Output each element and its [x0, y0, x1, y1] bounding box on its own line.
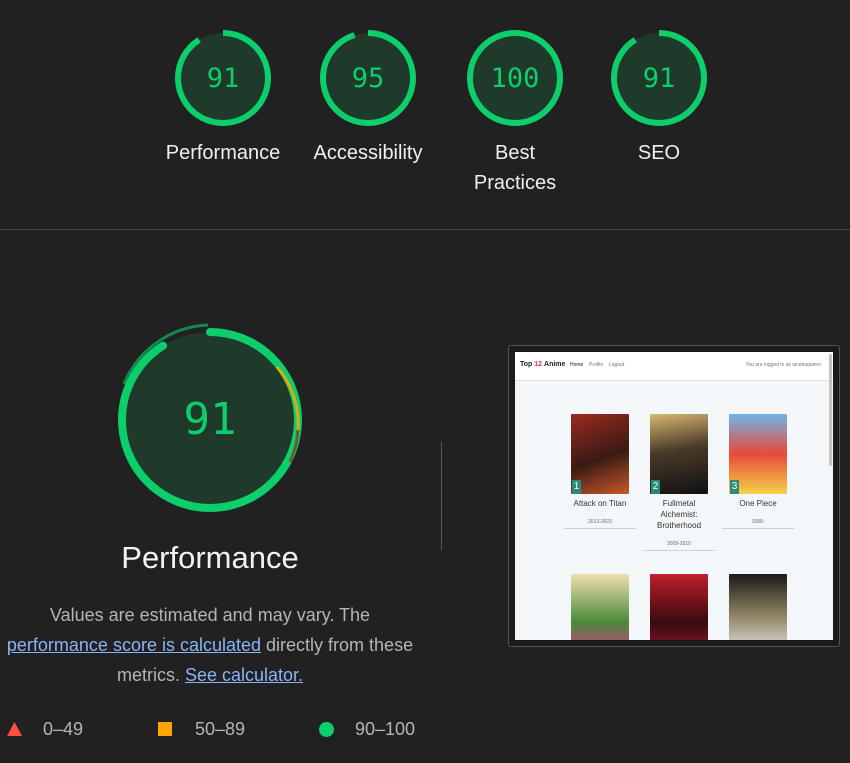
score-ring: 95	[320, 30, 416, 126]
score-label: Best Practices	[455, 138, 575, 198]
screenshot-navbar: Top 12 Anime Home Profile Logout You are…	[515, 352, 833, 381]
screenshot-anime-card: 3 One Piece 1999-	[722, 414, 794, 529]
anime-poster-image	[650, 574, 708, 640]
screenshot-nav-logout: Logout	[609, 362, 625, 368]
score-calculated-link[interactable]: performance score is calculated	[7, 635, 261, 655]
score-value: 91	[643, 63, 676, 94]
anime-years: 2009-2010	[667, 541, 691, 547]
screenshot-anime-card	[647, 574, 711, 640]
performance-gauge-large: 91	[118, 323, 302, 512]
score-ring: 100	[467, 30, 563, 126]
category-scores: 91 Performance 95 Accessibility 100 Best…	[0, 0, 850, 229]
score-label-line: Practices	[473, 172, 557, 194]
score-legend: 0–49 50–89 90–100	[0, 716, 440, 742]
screenshot-nav-profile: Profile	[589, 362, 604, 368]
card-divider	[643, 550, 715, 551]
anime-poster-image: 3	[729, 414, 787, 494]
screenshot-anime-card: 1 Attack on Titan 2013-2023	[564, 414, 636, 529]
anime-title: Fullmetal Alchemist: Brotherhood	[656, 499, 702, 530]
anime-poster-image	[729, 574, 787, 640]
screenshot-logged-in-text: You are logged in as iacebaqueiro	[745, 362, 821, 368]
score-label: SEO	[637, 142, 681, 164]
description-text: Values are estimated and may vary. The	[49, 605, 371, 625]
score-ring: 91	[611, 30, 707, 126]
score-value: 91	[207, 63, 240, 94]
vertical-divider	[441, 442, 442, 550]
screenshot-scrollbar	[829, 354, 832, 466]
anime-years: 2013-2023	[588, 519, 612, 525]
score-value: 95	[352, 63, 385, 94]
screenshot-viewport: Top 12 Anime Home Profile Logout You are…	[515, 352, 833, 640]
score-label: Performance	[165, 142, 281, 164]
legend-average-range: 50–89	[195, 719, 246, 739]
performance-score-large: 91	[184, 394, 237, 445]
see-calculator-link[interactable]: See calculator.	[185, 665, 303, 685]
performance-description: Values are estimated and may vary. The p…	[0, 600, 420, 690]
legend-pass-range: 90–100	[355, 719, 416, 739]
gauge-performance[interactable]: 91 Performance	[163, 28, 283, 168]
rank-badge: 2	[651, 480, 660, 494]
card-divider	[722, 528, 794, 529]
anime-poster-image: 2	[650, 414, 708, 494]
fail-triangle-icon	[7, 722, 22, 736]
screenshot-anime-card	[726, 574, 790, 640]
description-text: directly from these	[266, 635, 414, 655]
anime-poster-image: 1	[571, 414, 629, 494]
screenshot-anime-card: 2 Fullmetal Alchemist: Brotherhood 2009-…	[643, 414, 715, 551]
gauge-accessibility[interactable]: 95 Accessibility	[308, 28, 428, 168]
average-square-icon	[158, 722, 172, 736]
anime-title: Attack on Titan	[573, 499, 627, 508]
anime-years: 1999-	[751, 519, 765, 525]
rank-badge: 3	[730, 480, 739, 494]
anime-poster-image	[571, 574, 629, 640]
score-value: 100	[491, 63, 540, 94]
pass-circle-icon	[319, 722, 334, 737]
rank-badge: 1	[572, 480, 581, 494]
score-label-line: Best	[494, 142, 536, 164]
gauge-seo[interactable]: 91 SEO	[599, 28, 719, 168]
legend-fail-range: 0–49	[43, 719, 84, 739]
description-text: metrics.	[116, 665, 180, 685]
score-ring: 91	[175, 30, 271, 126]
screenshot-brand: Top 12 Anime	[520, 361, 566, 368]
score-label: Accessibility	[313, 142, 423, 164]
screenshot-anime-card	[568, 574, 632, 640]
gauge-best-practices[interactable]: 100 Best Practices	[455, 28, 575, 198]
card-divider	[564, 528, 636, 529]
performance-title: Performance	[121, 540, 299, 575]
screenshot-nav-home: Home	[570, 362, 584, 368]
page-screenshot[interactable]: Top 12 Anime Home Profile Logout You are…	[508, 345, 840, 647]
section-divider	[0, 229, 850, 230]
anime-title: One Piece	[739, 499, 777, 508]
